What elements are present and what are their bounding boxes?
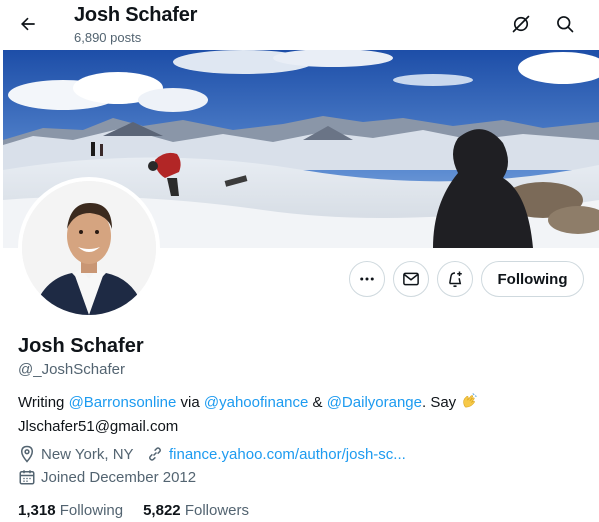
grok-lens-button[interactable] bbox=[503, 6, 539, 42]
profile-avatar[interactable] bbox=[18, 177, 160, 319]
bio-text: . Say bbox=[421, 394, 461, 411]
header-title: Josh Schafer bbox=[74, 4, 198, 26]
followers-label: Followers bbox=[184, 502, 249, 519]
notifications-button[interactable] bbox=[437, 261, 473, 297]
link-icon bbox=[146, 445, 164, 463]
profile-bio: Writing @Barronsonline via @yahoofinance… bbox=[18, 392, 588, 437]
more-icon bbox=[360, 277, 374, 281]
message-button[interactable] bbox=[393, 261, 429, 297]
joined-text: Joined December 2012 bbox=[41, 468, 197, 486]
location-text: New York, NY bbox=[41, 445, 134, 463]
bio-text: & bbox=[308, 394, 327, 411]
search-button[interactable] bbox=[547, 6, 583, 42]
profile-joined: Joined December 2012 bbox=[18, 468, 196, 486]
profile-name: Josh Schafer bbox=[18, 335, 144, 357]
bio-mention-dailyorange[interactable]: @Dailyorange bbox=[327, 394, 422, 411]
profile-website[interactable]: finance.yahoo.com/author/josh-sc... bbox=[146, 445, 406, 463]
following-stat[interactable]: 1,318 Following bbox=[18, 502, 123, 519]
followers-stat[interactable]: 5,822 Followers bbox=[143, 502, 249, 519]
calendar-icon bbox=[18, 468, 36, 486]
website-link[interactable]: finance.yahoo.com/author/josh-sc... bbox=[169, 446, 406, 463]
more-button[interactable] bbox=[349, 261, 385, 297]
location-pin-icon bbox=[18, 445, 36, 463]
grok-lens-icon bbox=[512, 15, 530, 33]
bio-text: via bbox=[176, 394, 204, 411]
profile-stats: 1,318 Following 5,822 Followers bbox=[18, 502, 269, 519]
profile-handle: @_JoshSchafer bbox=[18, 361, 125, 378]
bio-email: Jlschafer51@gmail.com bbox=[18, 418, 179, 435]
profile-header: Josh Schafer 6,890 posts bbox=[0, 0, 599, 50]
bio-text: Writing bbox=[18, 394, 69, 411]
arrow-left-icon bbox=[21, 17, 35, 31]
posts-count: 6,890 posts bbox=[74, 30, 142, 45]
bio-mention-yahoofinance[interactable]: @yahoofinance bbox=[204, 394, 308, 411]
search-icon bbox=[557, 16, 574, 33]
avatar-photo bbox=[22, 181, 156, 315]
profile-location: New York, NY bbox=[18, 445, 134, 463]
following-label: Following bbox=[59, 502, 124, 519]
wave-emoji-icon bbox=[460, 392, 478, 416]
envelope-icon bbox=[403, 272, 419, 286]
following-count: 1,318 bbox=[18, 502, 56, 519]
back-button[interactable] bbox=[10, 6, 46, 42]
followers-count: 5,822 bbox=[143, 502, 181, 519]
following-button[interactable]: Following bbox=[481, 261, 584, 297]
bell-plus-icon bbox=[449, 271, 462, 288]
bio-mention-barrons[interactable]: @Barronsonline bbox=[69, 394, 177, 411]
